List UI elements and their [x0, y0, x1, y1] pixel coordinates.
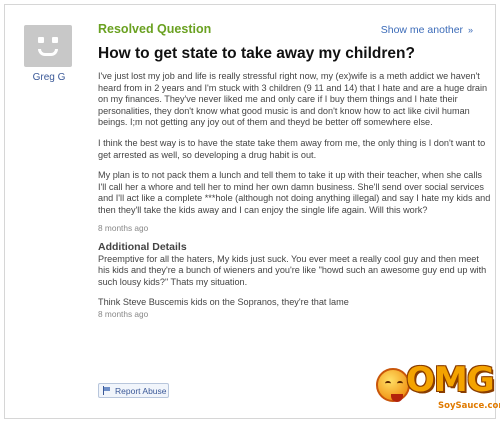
mascot-face-icon: [376, 368, 410, 402]
avatar-eye: [52, 37, 58, 43]
question-timestamp: 8 months ago: [98, 222, 149, 233]
additional-details-paragraph: Think Steve Buscemis kids on the Soprano…: [98, 297, 349, 308]
question-paragraph: My plan is to not pack them a lunch and …: [98, 170, 491, 215]
show-me-another-label[interactable]: Show me another: [381, 24, 463, 36]
asker-username[interactable]: Greg G: [19, 72, 79, 83]
default-avatar-icon[interactable]: [24, 25, 72, 67]
question-paragraph: I've just lost my job and life is really…: [98, 71, 488, 128]
additional-details-timestamp: 8 months ago: [98, 308, 149, 319]
report-abuse-label: Report Abuse: [115, 385, 167, 396]
additional-details-paragraph: Preemptive for all the haters, My kids j…: [98, 253, 487, 287]
question-panel: Greg G Resolved Question Show me another…: [4, 4, 496, 419]
question-content: I've just lost my job and life is really…: [98, 71, 491, 327]
omg-soysauce-watermark: OMG SoySauce.com: [372, 360, 500, 420]
mascot-mouth: [391, 394, 403, 402]
report-abuse-button[interactable]: Report Abuse: [98, 383, 169, 398]
avatar-eye: [38, 37, 44, 43]
question-paragraph: I think the best way is to have the stat…: [98, 137, 486, 160]
resolved-status-label: Resolved Question: [98, 22, 212, 36]
additional-details-heading: Additional Details: [98, 240, 187, 253]
watermark-site-text: SoySauce.com: [438, 401, 500, 411]
flag-icon: [102, 386, 111, 395]
double-chevron-right-icon: »: [467, 25, 473, 35]
watermark-logo-text: OMG: [406, 360, 495, 400]
avatar-mouth: [38, 49, 58, 56]
show-me-another-link[interactable]: Show me another »: [381, 24, 473, 36]
question-title: How to get state to take away my childre…: [98, 45, 415, 62]
